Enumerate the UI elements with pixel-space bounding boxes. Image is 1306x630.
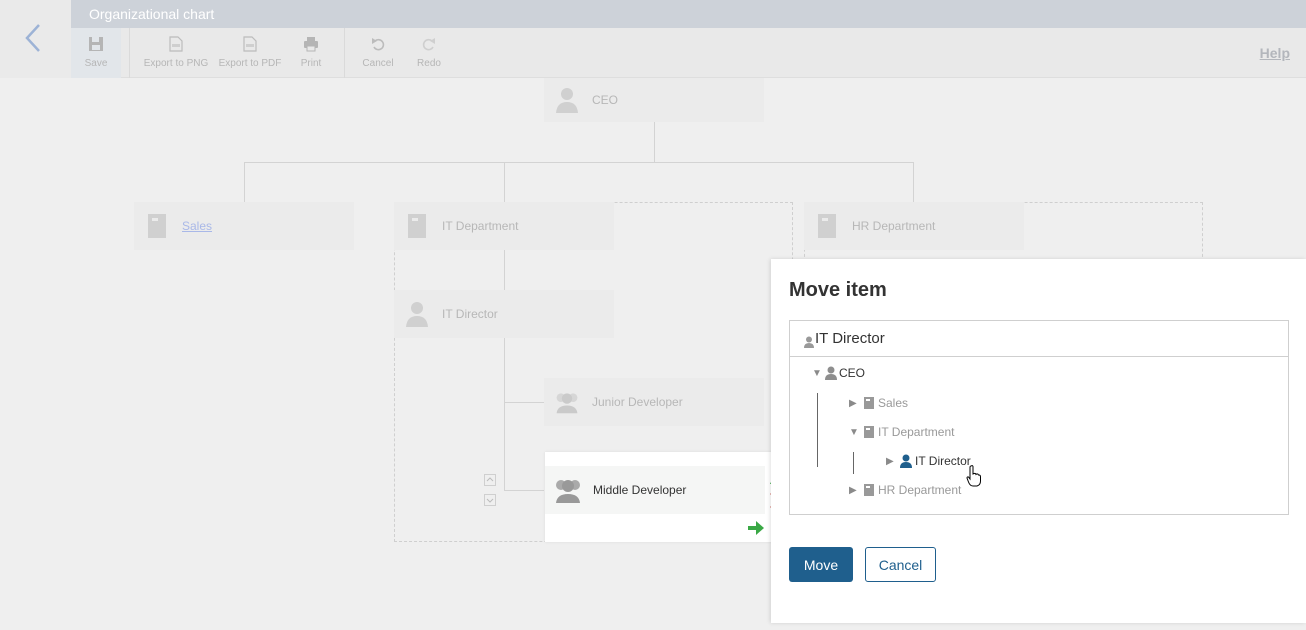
connector-line [913,162,914,202]
back-arrow-icon[interactable] [22,22,44,54]
department-icon [864,426,874,438]
node-label: Middle Developer [593,483,687,497]
hand-cursor-icon [966,465,981,487]
tree-item-it-department[interactable]: ▼ IT Department [849,425,954,439]
org-node-middle-developer-card[interactable]: Middle Developer [545,452,777,542]
node-label: IT Department [442,219,519,233]
position-selector[interactable]: IT Director ▼ CEO ▶ Sales ▼ IT Departmen… [789,320,1289,515]
redo-icon [422,38,435,51]
tree-item-it-director[interactable]: ▶ IT Director [886,454,971,468]
tree-item-label: IT Department [878,425,955,439]
export-pdf-label: Export to PDF [218,58,282,69]
selected-position-value: IT Director [815,330,885,347]
org-node-middle-developer[interactable]: Middle Developer [545,466,765,514]
node-label: IT Director [442,307,498,321]
selected-position-input[interactable]: IT Director [790,321,1288,357]
group-icon [553,476,583,504]
png-file-icon [169,36,183,52]
department-icon [864,484,874,496]
org-node-it-director[interactable]: IT Director [394,290,614,338]
tree-item-sales[interactable]: ▶ Sales [849,396,908,410]
export-png-button[interactable]: Export to PNG [144,28,208,78]
tree-item-label: IT Director [915,454,971,468]
tree-guide-line [853,452,854,474]
person-icon [804,336,814,348]
title-bar: Organizational chart [71,0,1306,28]
person-icon [825,366,837,380]
node-label: HR Department [852,219,936,233]
department-icon [864,397,874,409]
tree-item-label: CEO [839,366,866,380]
org-node-it-department[interactable]: IT Department [394,202,614,250]
connector-line [244,162,245,202]
redo-label: Redo [417,58,441,69]
tree-item-label: Sales [878,396,909,410]
connector-line [244,162,914,163]
cancel-button[interactable]: Cancel [865,547,936,582]
undo-button[interactable]: Cancel [361,28,395,78]
expand-triangle-icon[interactable]: ▶ [849,398,861,409]
connector-line [504,162,505,202]
connector-line [654,122,655,162]
dialog-title: Move item [789,279,887,301]
toolbar-divider [344,28,345,78]
person-icon [554,86,580,114]
person-icon [900,454,912,468]
tree-item-ceo[interactable]: ▼ CEO [812,366,865,380]
printer-icon [304,37,318,52]
pdf-file-icon [243,36,257,52]
save-button[interactable]: Save [71,28,121,78]
node-label[interactable]: Sales [182,219,212,233]
save-label: Save [84,58,108,69]
department-icon [404,212,430,240]
undo-icon [372,38,385,51]
collapse-triangle-icon[interactable]: ▼ [812,368,824,379]
group-icon [554,388,580,416]
toolbar-divider [129,28,130,78]
org-node-hr-department[interactable]: HR Department [804,202,1024,250]
node-label: CEO [592,93,619,107]
move-item-dialog: Move item IT Director ▼ CEO ▶ Sales ▼ IT… [771,259,1306,623]
node-label: Junior Developer [592,395,683,409]
org-node-junior-developer[interactable]: Junior Developer [544,378,764,426]
toolbar: Save Export to PNG Export to PDF Print C… [71,28,1306,78]
help-link[interactable]: Help [1260,45,1290,61]
export-pdf-button[interactable]: Export to PDF [219,28,281,78]
scroll-down-icon[interactable] [484,494,496,506]
department-icon [144,212,170,240]
tree-guide-line [817,393,818,467]
back-area [0,0,71,78]
print-label: Print [300,58,322,69]
redo-button[interactable]: Redo [414,28,444,78]
org-node-ceo[interactable]: CEO [544,78,764,122]
export-png-label: Export to PNG [143,58,209,69]
print-button[interactable]: Print [296,28,326,78]
collapse-triangle-icon[interactable]: ▼ [849,427,861,438]
person-icon [404,300,430,328]
undo-label: Cancel [362,58,394,69]
org-node-sales[interactable]: Sales [134,202,354,250]
page-title: Organizational chart [89,6,215,22]
move-button[interactable]: Move [789,547,853,582]
tree-item-hr-department[interactable]: ▶ HR Department [849,483,961,497]
save-icon [89,37,103,51]
move-right-arrow-icon[interactable] [748,521,764,535]
expand-triangle-icon[interactable]: ▶ [886,456,898,467]
department-icon [814,212,840,240]
scroll-up-icon[interactable] [484,474,496,486]
tree-item-label: HR Department [878,483,962,497]
expand-triangle-icon[interactable]: ▶ [849,485,861,496]
